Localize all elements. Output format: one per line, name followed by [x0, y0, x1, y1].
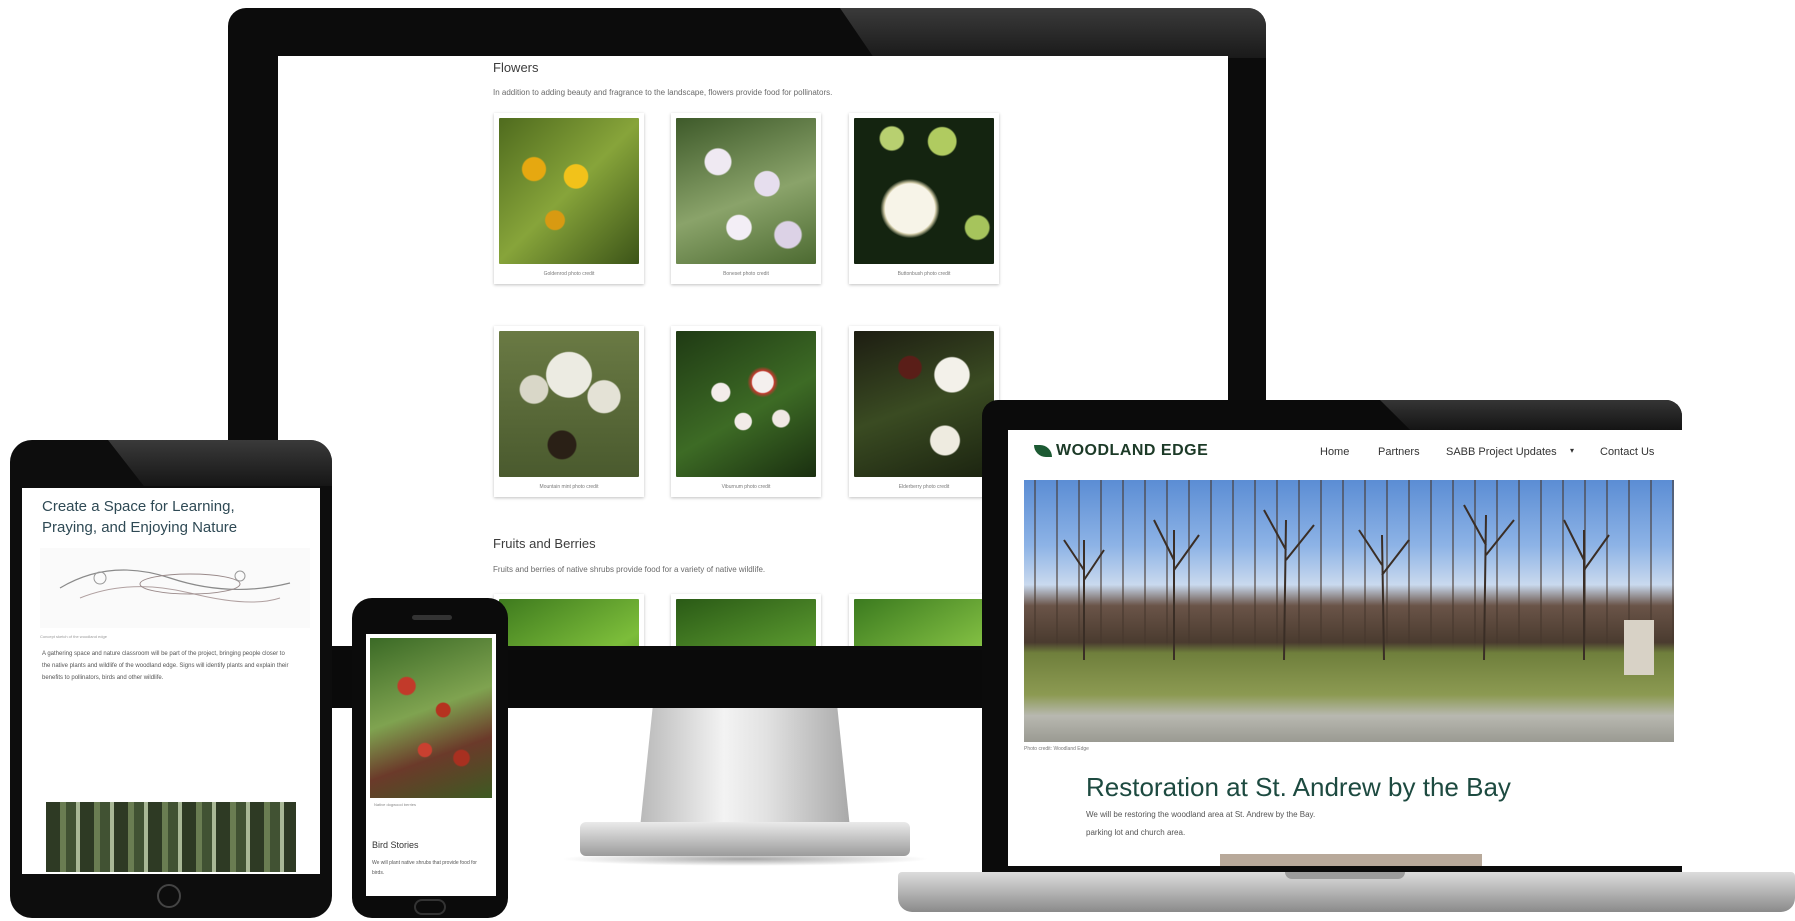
nav-partners[interactable]: Partners: [1378, 446, 1420, 458]
intro-text-line2: parking lot and church area.: [1086, 828, 1186, 837]
phone-photo-caption: Native dogwood berries: [374, 802, 417, 807]
goldenrod-photo: [499, 118, 639, 264]
phone-body-text: We will plant native shrubs that provide…: [372, 860, 477, 876]
sketch-drawing: [59, 569, 291, 603]
phone-speaker: [412, 615, 452, 620]
nav-contact-us[interactable]: Contact Us: [1600, 446, 1654, 458]
hero-photo-caption: Photo credit: Woodland Edge: [1024, 746, 1089, 752]
photo-caption: Mountain mint photo credit: [539, 484, 599, 490]
logo-text: WOODLAND EDGE: [1056, 442, 1209, 459]
concept-sketch: [40, 548, 310, 628]
nav-home[interactable]: Home: [1320, 446, 1349, 458]
nav-project-updates[interactable]: SABB Project Updates: [1446, 446, 1557, 458]
viburnum-photo: [676, 331, 816, 477]
monitor-stand: [640, 708, 850, 828]
berry-card[interactable]: [849, 594, 999, 646]
mountain-mint-photo: [499, 331, 639, 477]
flowers-section-title: Flowers: [493, 60, 539, 75]
leaf-logo-icon: [1034, 445, 1052, 457]
berries-photo: [370, 638, 492, 798]
laptop-gloss: [1380, 400, 1682, 430]
fruits-section-title: Fruits and Berries: [493, 536, 596, 551]
chevron-down-icon[interactable]: ▾: [1570, 446, 1574, 455]
fruits-section-description: Fruits and berries of native shrubs prov…: [493, 565, 766, 574]
site-logo[interactable]: WOODLAND EDGE: [1034, 442, 1208, 460]
flower-card[interactable]: Mountain mint photo credit: [494, 326, 644, 497]
monitor-gloss: [840, 8, 1266, 58]
tablet-body-text: A gathering space and nature classroom w…: [42, 651, 289, 681]
elderberry-photo: [854, 331, 994, 477]
flower-card[interactable]: Viburnum photo credit: [671, 326, 821, 497]
boneset-photo: [676, 118, 816, 264]
laptop-screen: WOODLAND EDGE Home Partners SABB Project…: [1008, 430, 1690, 866]
phone-home-button[interactable]: [414, 899, 446, 915]
phone-screen: Native dogwood berries Bird Stories We w…: [366, 634, 496, 896]
berry-card[interactable]: [494, 594, 644, 646]
berry-card[interactable]: [671, 594, 821, 646]
phone-heading: Bird Stories: [372, 840, 419, 850]
photo-caption: Goldenrod photo credit: [543, 271, 595, 277]
tablet-home-button[interactable]: [157, 884, 181, 908]
tablet-heading-line1: Create a Space for Learning,: [42, 498, 235, 515]
trees-drawing: [1063, 504, 1654, 675]
flowers-section-description: In addition to adding beauty and fragran…: [493, 88, 833, 97]
intro-text-line1: We will be restoring the woodland area a…: [1086, 810, 1316, 819]
berry-photo: [499, 599, 639, 646]
page-title: Restoration at St. Andrew by the Bay: [1086, 772, 1511, 802]
tablet-gloss: [108, 440, 332, 486]
flower-card[interactable]: Buttonbush photo credit: [849, 113, 999, 284]
photo-caption: Buttonbush photo credit: [897, 271, 951, 277]
content-image-top: [1220, 854, 1482, 866]
photo-caption: Viburnum photo credit: [721, 484, 771, 490]
flower-card[interactable]: Elderberry photo credit: [849, 326, 999, 497]
photo-caption: Elderberry photo credit: [898, 484, 950, 490]
berry-photo: [854, 599, 994, 646]
tablet-heading-line2: Praying, and Enjoying Nature: [42, 519, 238, 536]
laptop-notch: [1285, 872, 1405, 879]
monitor-stand-base: [580, 822, 910, 856]
flower-card[interactable]: Goldenrod photo credit: [494, 113, 644, 284]
forest-photo: [46, 802, 296, 872]
buttonbush-photo: [854, 118, 994, 264]
berry-photo: [676, 599, 816, 646]
flower-card[interactable]: Boneset photo credit: [671, 113, 821, 284]
hero-woodland-photo: [1024, 480, 1674, 742]
photo-caption: Boneset photo credit: [723, 271, 769, 277]
tablet-screen: Create a Space for Learning, Praying, an…: [22, 488, 320, 874]
sketch-caption: Concept sketch of the woodland edge: [40, 634, 107, 639]
